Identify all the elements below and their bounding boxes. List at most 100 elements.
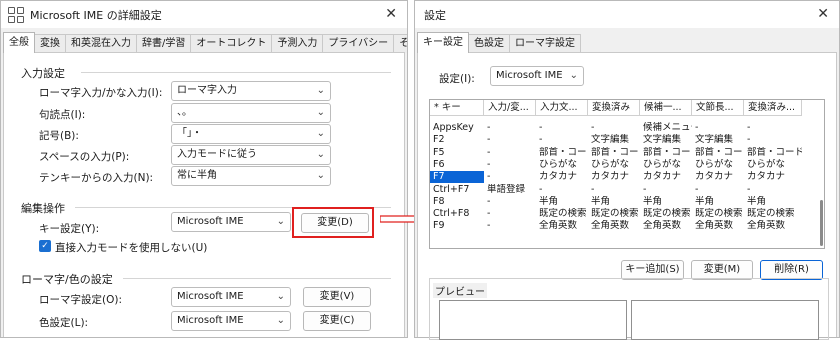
color-change-button[interactable]: 変更(C): [303, 311, 371, 331]
color-setting-select[interactable]: Microsoft IME ⌄: [171, 311, 291, 331]
row-function-cell[interactable]: ひらがな: [692, 159, 744, 171]
tab-romaji-settings[interactable]: ローマ字設定: [509, 34, 581, 53]
column-header-candidates[interactable]: 候補一...: [640, 100, 692, 116]
row-function-cell[interactable]: -: [744, 134, 802, 146]
row-function-cell[interactable]: 全角英数: [744, 220, 802, 232]
column-header-input[interactable]: 入力/変...: [484, 100, 536, 116]
tab-key-settings[interactable]: キー設定: [417, 32, 469, 53]
delete-key-button[interactable]: 削除(R): [760, 260, 823, 280]
row-function-cell[interactable]: -: [744, 122, 802, 134]
row-function-cell[interactable]: 半角: [640, 196, 692, 208]
change-key-button[interactable]: 変更(M): [691, 260, 753, 280]
tab-privacy[interactable]: プライバシー: [322, 34, 395, 53]
key-assignment-grid[interactable]: * キー 入力/変... 入力文... 変換済み 候補一... 文節長... 変…: [429, 99, 825, 249]
romaji-setting-select[interactable]: Microsoft IME ⌄: [171, 287, 291, 307]
row-function-cell[interactable]: 全角英数: [588, 220, 640, 232]
row-function-cell[interactable]: ひらがな: [588, 159, 640, 171]
scrollbar[interactable]: [820, 200, 823, 246]
column-header-converted[interactable]: 変換済み: [588, 100, 640, 116]
tab-mixed-input[interactable]: 和英混在入力: [65, 34, 137, 53]
tab-color-settings[interactable]: 色設定: [468, 34, 510, 53]
row-function-cell[interactable]: -: [484, 134, 536, 146]
row-function-cell[interactable]: -: [484, 196, 536, 208]
row-key-cell[interactable]: Ctrl+F7: [430, 184, 484, 196]
column-header-input-text[interactable]: 入力文...: [536, 100, 588, 116]
row-function-cell[interactable]: -: [484, 171, 536, 183]
row-function-cell[interactable]: 半角: [588, 196, 640, 208]
row-key-cell[interactable]: F5: [430, 147, 484, 159]
row-function-cell[interactable]: 部首・コード変: [744, 147, 802, 159]
row-function-cell[interactable]: 全角英数: [692, 220, 744, 232]
row-function-cell[interactable]: カタカナ: [536, 171, 588, 183]
row-function-cell[interactable]: 部首・コード変: [640, 147, 692, 159]
row-function-cell[interactable]: 全角英数: [536, 220, 588, 232]
row-key-cell[interactable]: F9: [430, 220, 484, 232]
row-function-cell[interactable]: 部首・コード変: [536, 147, 588, 159]
romaji-kana-select[interactable]: ローマ字入力 ⌄: [171, 81, 331, 101]
row-function-cell[interactable]: 既定の検索: [744, 208, 802, 220]
row-function-cell[interactable]: -: [536, 184, 588, 196]
tab-other[interactable]: その他: [393, 34, 407, 53]
row-function-cell[interactable]: -: [744, 184, 802, 196]
tab-general[interactable]: 全般: [3, 32, 35, 53]
row-function-cell[interactable]: カタカナ: [692, 171, 744, 183]
row-function-cell[interactable]: 文字編集: [588, 134, 640, 146]
row-function-cell[interactable]: 半角: [536, 196, 588, 208]
add-key-button[interactable]: キー追加(S): [621, 260, 684, 280]
row-function-cell[interactable]: -: [536, 122, 588, 134]
row-function-cell[interactable]: カタカナ: [744, 171, 802, 183]
row-function-cell[interactable]: -: [484, 159, 536, 171]
row-function-cell[interactable]: 部首・コード変: [692, 147, 744, 159]
row-function-cell[interactable]: 半角: [744, 196, 802, 208]
row-function-cell[interactable]: ひらがな: [640, 159, 692, 171]
row-function-cell[interactable]: 文字編集: [692, 134, 744, 146]
row-key-cell[interactable]: AppsKey: [430, 122, 484, 134]
setting-select[interactable]: Microsoft IME ⌄: [490, 66, 584, 86]
row-function-cell[interactable]: 文字編集: [640, 134, 692, 146]
row-key-cell[interactable]: F8: [430, 196, 484, 208]
column-header-segment[interactable]: 文節長...: [692, 100, 744, 116]
row-function-cell[interactable]: 単語登録: [484, 184, 536, 196]
row-function-cell[interactable]: -: [692, 184, 744, 196]
row-function-cell[interactable]: 部首・コード変: [588, 147, 640, 159]
row-function-cell[interactable]: -: [484, 220, 536, 232]
column-header-key[interactable]: * キー: [430, 100, 484, 116]
row-function-cell[interactable]: 既定の検索: [588, 208, 640, 220]
row-function-cell[interactable]: -: [588, 184, 640, 196]
row-function-cell[interactable]: 半角: [692, 196, 744, 208]
row-function-cell[interactable]: カタカナ: [640, 171, 692, 183]
symbol-select[interactable]: 「」・ ⌄: [171, 124, 331, 144]
row-function-cell[interactable]: 全角英数: [640, 220, 692, 232]
row-key-cell[interactable]: F2: [430, 134, 484, 146]
tab-prediction[interactable]: 予測入力: [271, 34, 324, 53]
row-key-cell[interactable]: F6: [430, 159, 484, 171]
row-function-cell[interactable]: -: [692, 122, 744, 134]
row-key-cell[interactable]: F7: [430, 171, 484, 184]
column-header-converted-2[interactable]: 変換済み...: [744, 100, 802, 116]
romaji-change-button[interactable]: 変更(V): [303, 287, 371, 307]
numpad-input-select[interactable]: 常に半角 ⌄: [171, 166, 331, 186]
row-key-cell[interactable]: Ctrl+F8: [430, 208, 484, 220]
row-function-cell[interactable]: -: [484, 208, 536, 220]
row-function-cell[interactable]: -: [536, 134, 588, 146]
row-function-cell[interactable]: 既定の検索: [536, 208, 588, 220]
tab-autocorrect[interactable]: オートコレクト: [190, 34, 273, 53]
tab-dictionary[interactable]: 辞書/学習: [136, 34, 192, 53]
punctuation-select[interactable]: 、。 ⌄: [171, 103, 331, 123]
row-function-cell[interactable]: -: [588, 122, 640, 134]
row-function-cell[interactable]: 候補メニュー: [640, 122, 692, 134]
space-input-select[interactable]: 入力モードに従う ⌄: [171, 145, 331, 165]
row-function-cell[interactable]: カタカナ: [588, 171, 640, 183]
close-icon[interactable]: ✕: [385, 6, 397, 22]
close-icon[interactable]: ✕: [817, 6, 829, 22]
checkbox-direct-input[interactable]: ✓: [39, 240, 51, 252]
row-function-cell[interactable]: 既定の検索: [692, 208, 744, 220]
tab-conversion[interactable]: 変換: [34, 34, 66, 53]
key-setting-select[interactable]: Microsoft IME ⌄: [171, 212, 291, 232]
row-function-cell[interactable]: -: [484, 122, 536, 134]
row-function-cell[interactable]: 既定の検索: [640, 208, 692, 220]
row-function-cell[interactable]: ひらがな: [536, 159, 588, 171]
row-function-cell[interactable]: ひらがな: [744, 159, 802, 171]
row-function-cell[interactable]: -: [640, 184, 692, 196]
row-function-cell[interactable]: -: [484, 147, 536, 159]
